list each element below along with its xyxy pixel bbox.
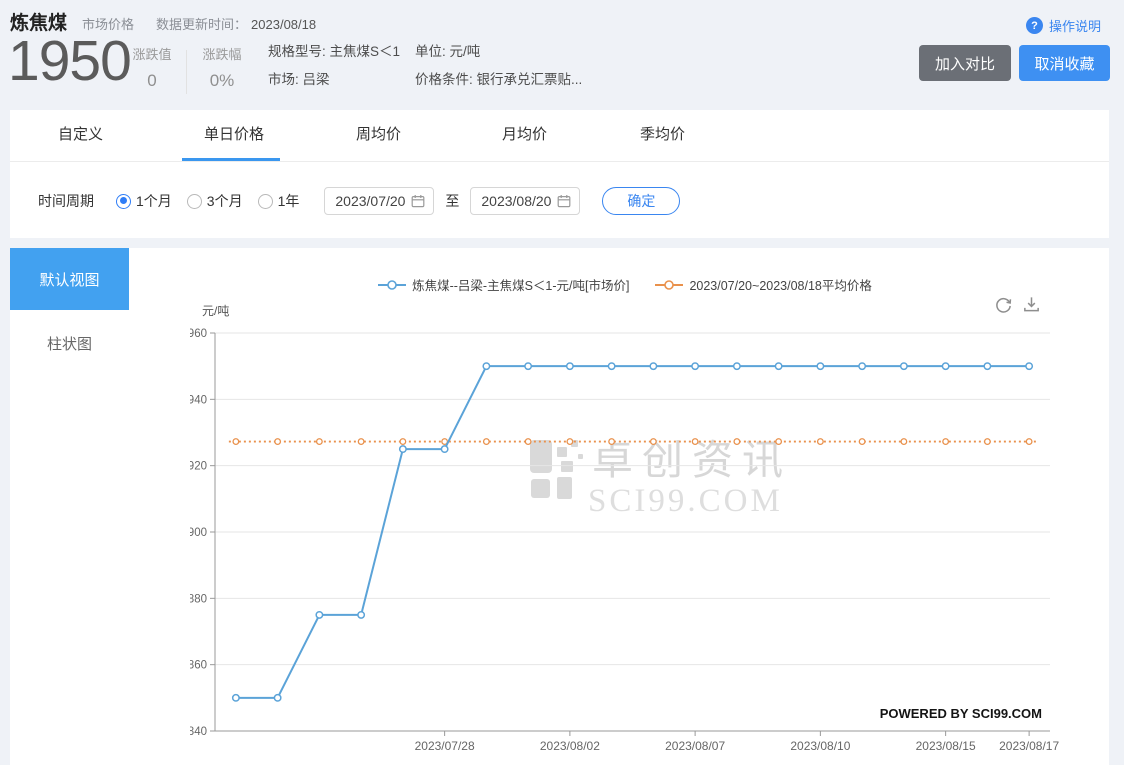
y-tick-label: 1,940: [190, 394, 207, 406]
radio-selected-icon: [116, 194, 131, 209]
calendar-icon: [557, 194, 571, 208]
y-tick-label: 1,920: [190, 461, 207, 473]
price-condition-line: 价格条件: 银行承兑汇票贴...: [415, 66, 582, 94]
change-pct: 0%: [196, 71, 248, 91]
watermark-en: SCI99.COM: [588, 483, 783, 519]
radio-icon: [258, 194, 273, 209]
y-tick-label: 1,960: [190, 328, 207, 340]
tab-monthly-avg[interactable]: 月均价: [502, 110, 547, 159]
page: 炼焦煤 市场价格 数据更新时间： 2023/08/18 1950 涨跌值 0 涨…: [0, 0, 1124, 765]
help-label: 操作说明: [1049, 16, 1101, 35]
change-pct-label: 涨跌幅: [196, 44, 248, 63]
legend-line-marker-orange: [655, 280, 683, 290]
y-tick-label: 1,900: [190, 527, 207, 539]
change-value-label: 涨跌值: [126, 44, 178, 63]
x-tick-label: 2023/08/07: [665, 739, 725, 753]
active-tab-indicator: [182, 158, 280, 161]
powered-by: POWERED BY SCI99.COM: [880, 706, 1042, 721]
x-tick-label: 2023/07/28: [415, 739, 475, 753]
unit-line: 单位: 元/吨: [415, 38, 582, 66]
sidebar-item-default-view[interactable]: 默认视图: [10, 248, 129, 310]
chart-legend: 炼焦煤--吕梁-主焦煤S＜1-元/吨[市场价] 2023/07/20~2023/…: [180, 275, 1070, 294]
help-link[interactable]: ? 操作说明: [1026, 16, 1101, 35]
sci99-logo: [530, 440, 583, 499]
start-date-input[interactable]: 2023/07/20: [324, 187, 434, 215]
watermark: 卓创资讯 SCI99.COM: [530, 437, 792, 519]
price-chart: 卓创资讯 SCI99.COM 1,960 1,940 1,920 1,900 1,880…: [190, 300, 1070, 765]
confirm-button[interactable]: 确定: [602, 187, 680, 215]
x-tick-label: 2023/08/02: [540, 739, 600, 753]
radio-icon: [187, 194, 202, 209]
change-value: 0: [126, 71, 178, 91]
y-tick-label: 1,880: [190, 593, 207, 605]
unfavorite-button[interactable]: 取消收藏: [1019, 45, 1110, 81]
legend-item-average[interactable]: 2023/07/20~2023/08/18平均价格: [655, 275, 871, 294]
watermark-cn: 卓创资讯: [592, 437, 792, 483]
radio-3month[interactable]: 3个月: [187, 191, 243, 211]
tab-quarterly-avg[interactable]: 季均价: [640, 110, 685, 159]
radio-1year[interactable]: 1年: [258, 191, 300, 211]
period-label: 时间周期: [38, 191, 94, 211]
y-tick-label: 1,840: [190, 726, 207, 738]
y-tick-label: 1,860: [190, 660, 207, 672]
add-compare-button[interactable]: 加入对比: [919, 45, 1011, 81]
current-price: 1950: [8, 33, 131, 90]
update-time-value: 2023/08/18: [251, 17, 316, 32]
end-date-input[interactable]: 2023/08/20: [470, 187, 580, 215]
tab-daily-price[interactable]: 单日价格: [204, 110, 264, 159]
x-tick-label: 2023/08/17: [999, 739, 1059, 753]
update-time-label: 数据更新时间：: [156, 14, 247, 33]
x-tick-label: 2023/08/10: [790, 739, 850, 753]
sidebar-item-bar-chart[interactable]: 柱状图: [10, 333, 129, 354]
spec-line: 规格型号: 主焦煤S＜1: [268, 38, 400, 66]
radio-1month[interactable]: 1个月: [116, 191, 172, 211]
divider: [186, 50, 187, 94]
y-axis-unit: 元/吨: [202, 304, 229, 318]
tab-weekly-avg[interactable]: 周均价: [356, 110, 401, 159]
market-line: 市场: 吕梁: [268, 66, 400, 94]
question-icon: ?: [1026, 17, 1043, 34]
x-tick-label: 2023/08/15: [916, 739, 976, 753]
legend-line-marker-blue: [378, 280, 406, 290]
legend-item-series[interactable]: 炼焦煤--吕梁-主焦煤S＜1-元/吨[市场价]: [378, 275, 629, 294]
tab-custom[interactable]: 自定义: [58, 110, 103, 159]
chart-plot: 1,960 1,940 1,920 1,900 1,880 1,860 1,840 2023/…: [190, 328, 1059, 753]
calendar-icon: [411, 194, 425, 208]
to-label: 至: [445, 191, 459, 211]
